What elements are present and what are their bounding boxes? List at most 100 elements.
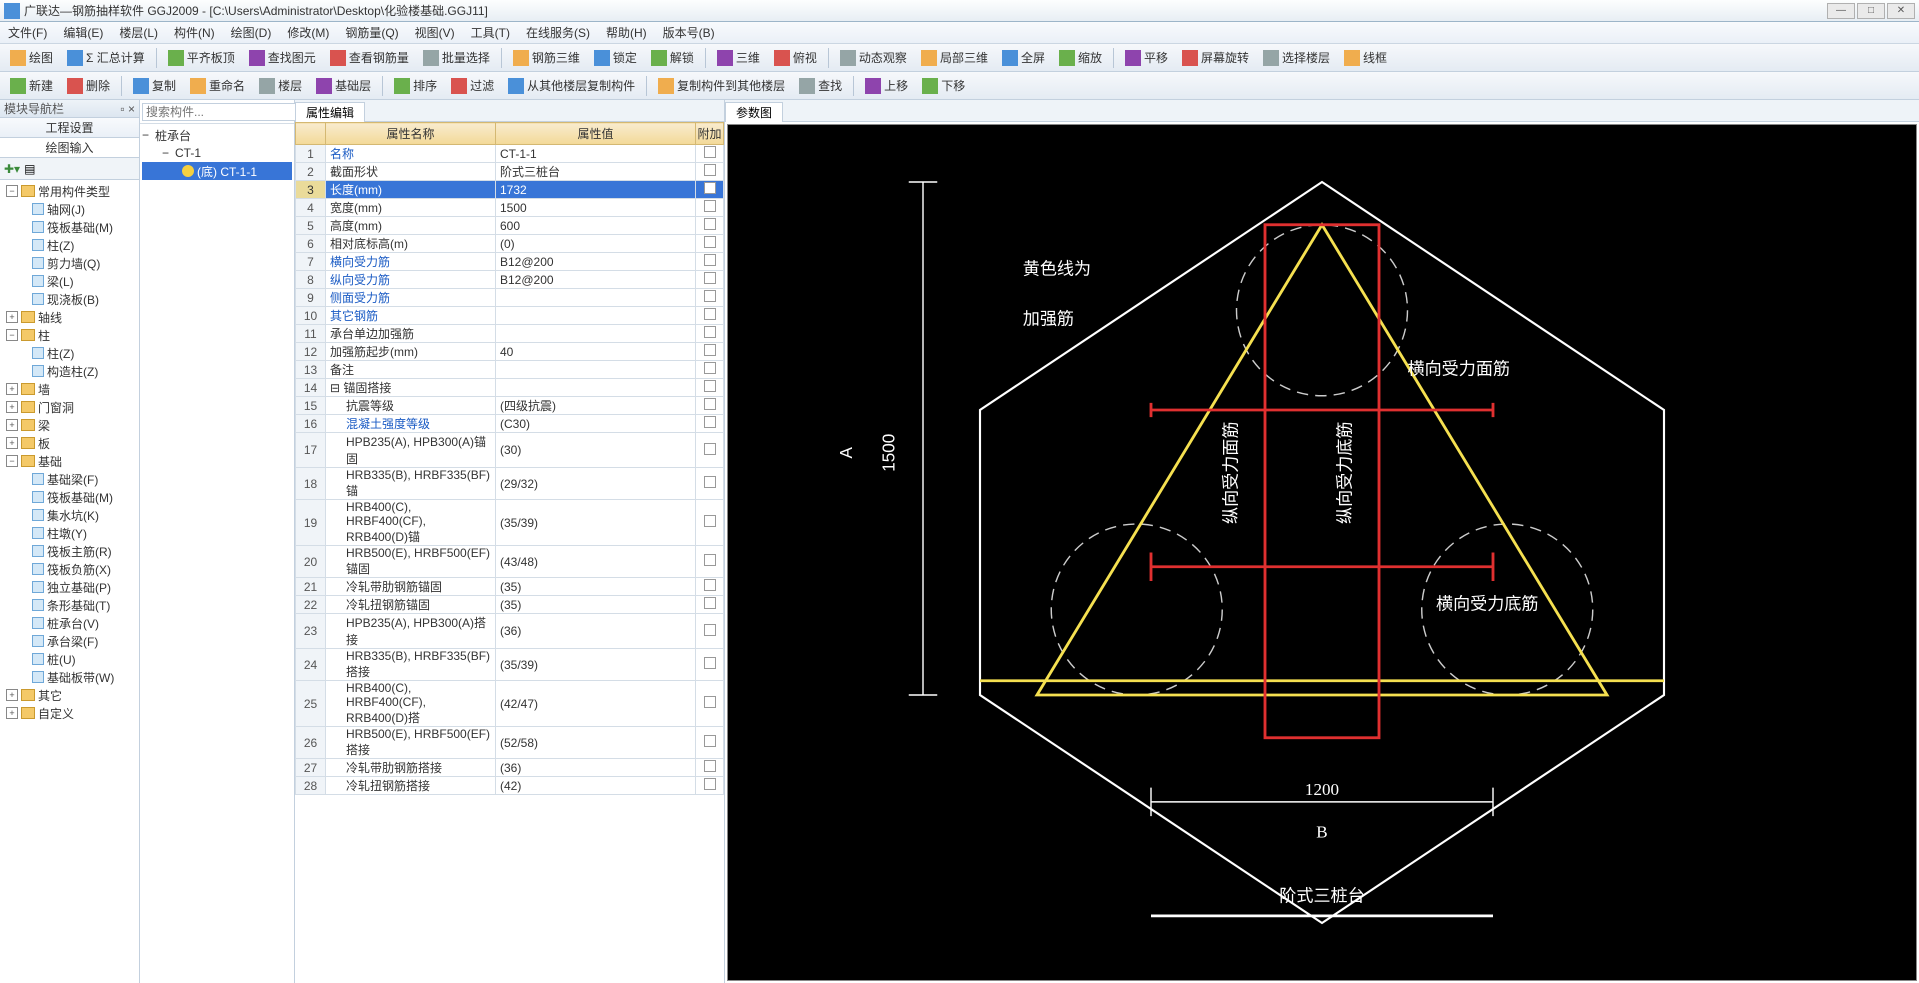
checkbox[interactable] (704, 416, 716, 428)
checkbox[interactable] (704, 290, 716, 302)
property-value[interactable]: 40 (496, 343, 696, 361)
tab-param-diagram[interactable]: 参数图 (725, 102, 783, 122)
checkbox[interactable] (704, 657, 716, 669)
toolbar-button[interactable]: 线框 (1338, 47, 1393, 69)
property-value[interactable] (496, 379, 696, 397)
toolbar-button[interactable]: 锁定 (588, 47, 643, 69)
property-value[interactable]: 600 (496, 217, 696, 235)
grid-row[interactable]: 13备注 (296, 361, 724, 379)
toolbar-button[interactable]: 动态观察 (834, 47, 913, 69)
tree-node[interactable]: −常用构件类型 (2, 182, 137, 200)
menu-item[interactable]: 绘图(D) (227, 22, 276, 43)
nav-tab-draw[interactable]: 绘图输入 (0, 138, 139, 158)
property-value[interactable]: CT-1-1 (496, 145, 696, 163)
toolbar-button[interactable]: 上移 (859, 75, 914, 97)
grid-row[interactable]: 8纵向受力筋B12@200 (296, 271, 724, 289)
checkbox[interactable] (704, 624, 716, 636)
tree-node[interactable]: +轴线 (2, 308, 137, 326)
tree-leaf[interactable]: 柱墩(Y) (2, 524, 137, 542)
checkbox[interactable] (704, 554, 716, 566)
tree-node[interactable]: +板 (2, 434, 137, 452)
tab-property-edit[interactable]: 属性编辑 (295, 102, 365, 122)
tree-leaf[interactable]: 基础梁(F) (2, 470, 137, 488)
tree-leaf[interactable]: 集水坑(K) (2, 506, 137, 524)
tree-leaf[interactable]: 构造柱(Z) (2, 362, 137, 380)
grid-row[interactable]: 28冷轧扭钢筋搭接(42) (296, 777, 724, 795)
grid-row[interactable]: 18HRB335(B), HRBF335(BF)锚(29/32) (296, 468, 724, 500)
grid-row[interactable]: 9侧面受力筋 (296, 289, 724, 307)
checkbox[interactable] (704, 182, 716, 194)
property-value[interactable] (496, 307, 696, 325)
toolbar-button[interactable]: 批量选择 (417, 47, 496, 69)
expand-icon[interactable]: + (6, 437, 18, 449)
grid-row[interactable]: 5高度(mm)600 (296, 217, 724, 235)
checkbox[interactable] (704, 272, 716, 284)
checkbox[interactable] (704, 218, 716, 230)
grid-row[interactable]: 15抗震等级(四级抗震) (296, 397, 724, 415)
toolbar-button[interactable]: 过滤 (445, 75, 500, 97)
property-value[interactable] (496, 361, 696, 379)
property-value[interactable]: (52/58) (496, 727, 696, 759)
toolbar-button[interactable]: 下移 (916, 75, 971, 97)
expand-icon[interactable]: − (6, 455, 18, 467)
checkbox[interactable] (704, 254, 716, 266)
checkbox[interactable] (704, 200, 716, 212)
tree-leaf[interactable]: 桩(U) (2, 650, 137, 668)
toolbar-button[interactable]: 平移 (1119, 47, 1174, 69)
tree-node[interactable]: +梁 (2, 416, 137, 434)
grid-row[interactable]: 19HRB400(C), HRBF400(CF), RRB400(D)锚(35/… (296, 500, 724, 546)
property-value[interactable]: (C30) (496, 415, 696, 433)
tree-leaf[interactable]: 筏板基础(M) (2, 218, 137, 236)
grid-row[interactable]: 27冷轧带肋钢筋搭接(36) (296, 759, 724, 777)
checkbox[interactable] (704, 735, 716, 747)
toolbar-button[interactable]: 解锁 (645, 47, 700, 69)
grid-row[interactable]: 3长度(mm)1732 (296, 181, 724, 199)
menu-item[interactable]: 在线服务(S) (522, 22, 594, 43)
property-value[interactable]: (30) (496, 433, 696, 468)
expand-icon[interactable]: + (6, 707, 18, 719)
property-value[interactable]: (35/39) (496, 500, 696, 546)
checkbox[interactable] (704, 696, 716, 708)
tree-node[interactable]: +其它 (2, 686, 137, 704)
property-value[interactable]: 阶式三桩台 (496, 163, 696, 181)
checkbox[interactable] (704, 362, 716, 374)
checkbox[interactable] (704, 164, 716, 176)
toolbar-button[interactable]: 选择楼层 (1257, 47, 1336, 69)
tree-leaf[interactable]: 条形基础(T) (2, 596, 137, 614)
nav-tool-add-icon[interactable]: ✚▾ (4, 162, 20, 176)
checkbox[interactable] (704, 778, 716, 790)
grid-row[interactable]: 1名称CT-1-1 (296, 145, 724, 163)
expand-icon[interactable]: + (6, 419, 18, 431)
search-input[interactable] (142, 103, 305, 121)
nav-tool-list-icon[interactable]: ▤ (24, 162, 35, 176)
menu-item[interactable]: 钢筋量(Q) (341, 22, 402, 43)
checkbox[interactable] (704, 380, 716, 392)
menu-item[interactable]: 编辑(E) (59, 22, 107, 43)
nav-tab-settings[interactable]: 工程设置 (0, 118, 139, 138)
property-value[interactable]: (四级抗震) (496, 397, 696, 415)
checkbox[interactable] (704, 344, 716, 356)
tree-leaf[interactable]: 柱(Z) (2, 236, 137, 254)
toolbar-button[interactable]: 重命名 (184, 75, 251, 97)
grid-row[interactable]: 10其它钢筋 (296, 307, 724, 325)
tree-leaf[interactable]: 现浇板(B) (2, 290, 137, 308)
grid-row[interactable]: 26HRB500(E), HRBF500(EF)搭接(52/58) (296, 727, 724, 759)
tree-node[interactable]: −柱 (2, 326, 137, 344)
expand-icon[interactable]: + (6, 383, 18, 395)
property-value[interactable]: (35) (496, 596, 696, 614)
component-tree-node[interactable]: −CT-1 (142, 144, 292, 162)
menu-item[interactable]: 构件(N) (170, 22, 219, 43)
grid-row[interactable]: 17HPB235(A), HPB300(A)锚固(30) (296, 433, 724, 468)
checkbox[interactable] (704, 308, 716, 320)
grid-row[interactable]: 11承台单边加强筋 (296, 325, 724, 343)
toolbar-button[interactable]: Σ 汇总计算 (61, 47, 151, 69)
grid-row[interactable]: 2截面形状阶式三桩台 (296, 163, 724, 181)
toolbar-button[interactable]: 平齐板顶 (162, 47, 241, 69)
expand-icon[interactable]: − (6, 329, 18, 341)
property-value[interactable]: (29/32) (496, 468, 696, 500)
grid-row[interactable]: 6相对底标高(m)(0) (296, 235, 724, 253)
property-value[interactable]: 1732 (496, 181, 696, 199)
minimize-button[interactable]: — (1827, 3, 1855, 19)
tree-leaf[interactable]: 承台梁(F) (2, 632, 137, 650)
toolbar-button[interactable]: 钢筋三维 (507, 47, 586, 69)
